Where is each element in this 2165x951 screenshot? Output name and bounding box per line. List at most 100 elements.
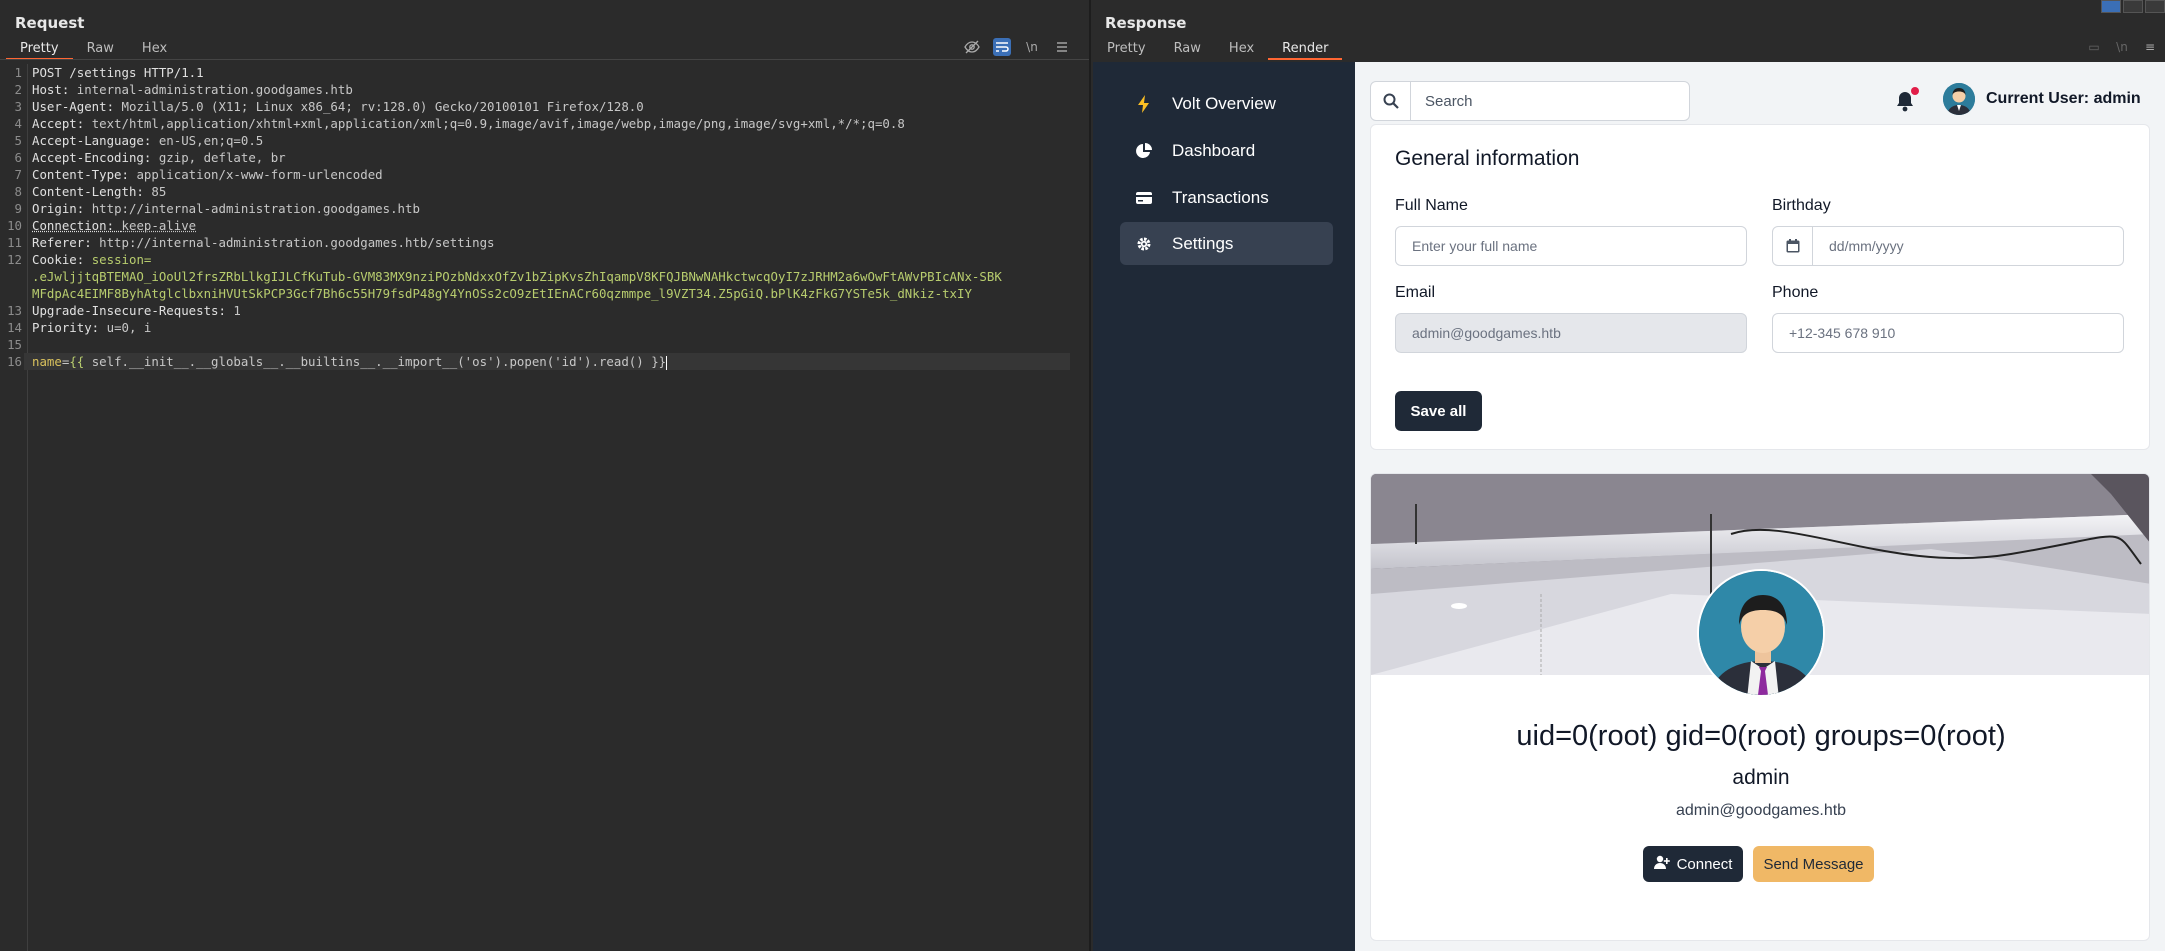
header-name: Content-Type: <box>32 167 137 182</box>
tab-hex[interactable]: Hex <box>1215 40 1268 60</box>
code-line: 2 Host: internal-administration.goodgames… <box>0 81 1080 98</box>
code-line: 14 Priority: u=0, i <box>0 319 1080 336</box>
code-line: 11 Referer: http://internal-administratio… <box>0 234 1080 251</box>
header-name: Referer: <box>32 235 100 250</box>
bolt-icon <box>1134 94 1154 114</box>
current-user-label[interactable]: Current User: admin <box>1986 90 2141 108</box>
code-line: 8 Content-Length: 85 <box>0 183 1080 200</box>
layout-split-icon[interactable] <box>2101 0 2121 13</box>
full-name-label: Full Name <box>1395 197 1468 214</box>
menu-icon[interactable]: ≡ <box>2141 38 2159 56</box>
header-name: Connection: <box>32 218 122 233</box>
tab-pretty[interactable]: Pretty <box>6 40 73 60</box>
birthday-placeholder: dd/mm/yyyy <box>1829 238 1904 254</box>
send-message-button[interactable]: Send Message <box>1753 846 1874 882</box>
rendered-page: Volt Overview Dashboard Transactions Set… <box>1093 62 2165 951</box>
sidebar-item-label: Dashboard <box>1172 140 1256 160</box>
line-number: 3 <box>14 99 22 114</box>
pie-chart-icon <box>1134 141 1154 161</box>
line-number: 10 <box>7 218 22 233</box>
header-name: Content-Length: <box>32 184 152 199</box>
cookie-name: session= <box>91 252 152 267</box>
header-value: gzip, deflate, br <box>158 150 286 165</box>
connect-label: Connect <box>1676 855 1733 873</box>
search-input[interactable]: Search <box>1411 93 1473 110</box>
email-label: Email <box>1395 284 1436 301</box>
sidebar-item-dashboard[interactable]: Dashboard <box>1120 129 1333 172</box>
tab-raw[interactable]: Raw <box>1160 40 1215 60</box>
menu-icon[interactable] <box>1053 38 1071 56</box>
line-number: 12 <box>7 252 22 267</box>
header-value: internal-administration.goodgames.htb <box>76 82 353 97</box>
profile-avatar <box>1697 569 1825 697</box>
response-title: Response <box>1105 14 1187 32</box>
header-name: Upgrade-Insecure-Requests: <box>32 303 234 318</box>
line-number: 1 <box>14 65 22 80</box>
cookie-value: .eJwljjtqBTEMAO_iOoUl2frsZRbLlkgIJLCfKuT… <box>32 269 1002 284</box>
request-toolbar: \n <box>963 38 1071 56</box>
layout-horizontal-icon[interactable] <box>2123 0 2143 13</box>
response-toolbar: ▭ \n ≡ <box>2085 38 2159 56</box>
line-number: 2 <box>14 82 22 97</box>
tab-raw[interactable]: Raw <box>73 40 128 60</box>
sidebar-item-transactions[interactable]: Transactions <box>1120 176 1333 219</box>
code-line: 9 Origin: http://internal-administration.… <box>0 200 1080 217</box>
newline-icon[interactable]: \n <box>2113 38 2131 56</box>
template-open: {{ <box>69 354 85 369</box>
full-name-field[interactable]: Enter your full name <box>1395 226 1747 266</box>
wrap-icon[interactable]: ▭ <box>2085 38 2103 56</box>
birthday-label: Birthday <box>1772 197 1831 214</box>
body-param-name: name <box>32 354 62 369</box>
request-title: Request <box>15 14 85 32</box>
request-code[interactable]: 1 POST /settings HTTP/1.1 2 Host: internal… <box>0 64 1080 370</box>
line-number: 6 <box>14 150 22 165</box>
phone-field[interactable]: +12-345 678 910 <box>1772 313 2124 353</box>
birthday-field[interactable]: dd/mm/yyyy <box>1772 226 2124 266</box>
header-value: 85 <box>151 184 167 199</box>
header-name: Accept: <box>32 116 92 131</box>
notification-dot <box>1911 87 1919 95</box>
sidebar-item-settings[interactable]: Settings <box>1120 222 1333 265</box>
layout-toggle <box>2101 0 2165 13</box>
code-line: 4 Accept: text/html,application/xhtml+xml… <box>0 115 1080 132</box>
sidebar-item-label: Settings <box>1172 233 1234 253</box>
text-caret <box>666 355 668 370</box>
code-line: 3 User-Agent: Mozilla/5.0 (X11; Linux x86… <box>0 98 1080 115</box>
burp-repeater: Request Pretty Raw Hex \n 1 POST /setting… <box>0 0 2165 951</box>
header-value: Mozilla/5.0 (X11; Linux x86_64; rv:128.0… <box>121 99 644 114</box>
email-field[interactable]: admin@goodgames.htb <box>1395 313 1747 353</box>
cookie-value-cont: MFdpAc4EIMF8ByhAtglclbxniHVUtSkPCP3Gcf7B… <box>32 286 972 301</box>
header-value: keep-alive <box>121 218 197 233</box>
header-name: Host: <box>32 82 77 97</box>
line-number: 16 <box>7 354 22 369</box>
line-number: 14 <box>7 320 22 335</box>
notification-bell-icon[interactable] <box>1895 87 1919 112</box>
hide-icon[interactable] <box>963 38 981 56</box>
newline-icon[interactable]: \n <box>1023 38 1041 56</box>
tab-pretty[interactable]: Pretty <box>1093 40 1160 60</box>
wrap-icon[interactable] <box>993 38 1011 56</box>
sidebar-item-label: Transactions <box>1172 187 1269 207</box>
code-line-current[interactable]: 16 name={{ self.__init__.__globals__.__bu… <box>0 353 1080 370</box>
save-all-button[interactable]: Save all <box>1395 391 1482 431</box>
tab-hex[interactable]: Hex <box>128 40 181 60</box>
profile-card: uid=0(root) gid=0(root) groups=0(root) a… <box>1370 473 2150 941</box>
profile-name: uid=0(root) gid=0(root) groups=0(root) <box>1516 720 2006 752</box>
layout-tabs-icon[interactable] <box>2145 0 2165 13</box>
sidebar-item-volt-overview[interactable]: Volt Overview <box>1120 82 1333 125</box>
avatar[interactable] <box>1943 83 1975 115</box>
gear-icon <box>1134 234 1154 254</box>
code-line: 15 <box>0 336 1080 353</box>
request-editor[interactable]: 1 POST /settings HTTP/1.1 2 Host: internal… <box>0 64 1089 951</box>
header-name: Origin: <box>32 201 92 216</box>
connect-button[interactable]: Connect <box>1643 846 1743 882</box>
card-title: General information <box>1395 147 1580 170</box>
header-value: http://internal-administration.goodgames… <box>91 201 420 216</box>
request-line: POST /settings HTTP/1.1 <box>32 65 204 80</box>
line-number: 13 <box>7 303 22 318</box>
tab-render[interactable]: Render <box>1268 40 1343 60</box>
user-plus-icon <box>1653 855 1670 873</box>
search-box[interactable]: Search <box>1370 81 1690 121</box>
code-line: .eJwljjtqBTEMAO_iOoUl2frsZRbLlkgIJLCfKuT… <box>0 268 1080 285</box>
header-name: Accept-Encoding: <box>32 150 159 165</box>
